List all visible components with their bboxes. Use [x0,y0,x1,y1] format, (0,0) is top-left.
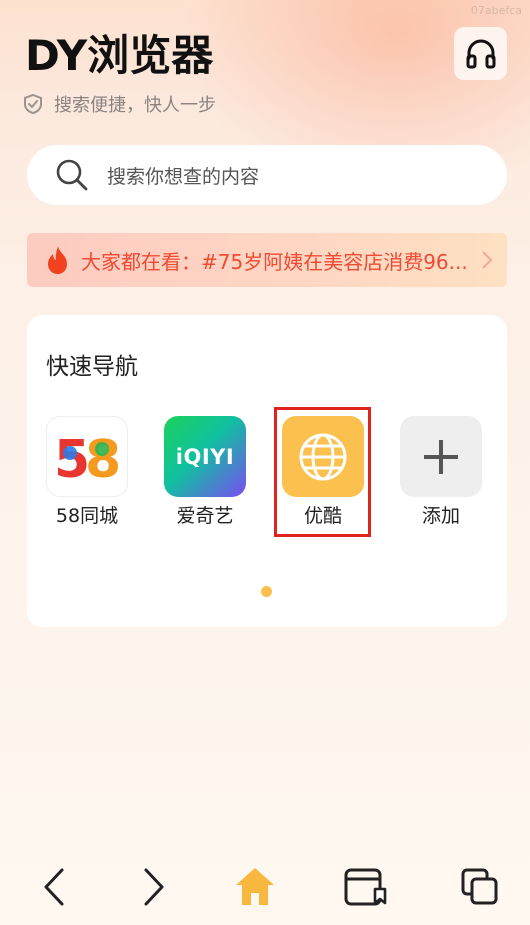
search-input[interactable]: 搜索你想查的内容 [107,162,259,189]
flame-icon [48,246,67,274]
tile-label-youku: 优酷 [303,505,342,527]
shield-check-icon [24,93,42,115]
slogan-text: 搜索便捷，快人一步 [54,95,216,116]
search-bar[interactable]: 搜索你想查的内容 [27,145,507,205]
svg-text:8: 8 [85,430,121,485]
forward-button[interactable] [129,862,179,912]
home-button[interactable] [230,862,280,912]
tile-add[interactable]: 添加 [400,416,482,528]
back-button[interactable] [29,862,79,912]
bookmarks-button[interactable] [341,862,391,912]
trending-banner[interactable]: 大家都在看：#75岁阿姨在美容店消费96... [27,233,507,287]
tile-label-58tongcheng: 58同城 [55,505,119,527]
home-icon [236,868,274,905]
page-indicator-dot[interactable] [261,586,272,597]
search-icon [56,159,88,191]
bottom-nav [0,848,530,925]
globe-icon [282,416,364,497]
chevron-right-icon [144,868,164,906]
tile-label-iqiyi: 爱奇艺 [176,505,234,527]
iqiyi-logo-icon: iQIYI [164,416,246,497]
tile-58tongcheng[interactable]: 5 8 58同城 [46,416,128,528]
headphones-icon [466,39,495,68]
bookmark-box-icon [344,868,387,906]
tile-youku[interactable]: 优酷 [282,416,364,528]
trending-text: 大家都在看：#75岁阿姨在美容店消费96... [81,249,468,274]
headphones-button[interactable] [454,27,507,80]
iqiyi-logo-text: iQIYI [175,444,235,469]
chevron-right-icon [482,251,493,269]
tabs-button[interactable] [455,862,505,912]
app-title: DY浏览器 [25,31,214,80]
58tongcheng-logo-icon: 5 8 [46,416,128,497]
chevron-left-icon [44,868,64,906]
slogan: 搜索便捷，快人一步 [22,92,216,116]
quick-nav-title: 快速导航 [46,354,138,380]
tile-label-add: 添加 [421,505,460,527]
tile-iqiyi[interactable]: iQIYI 爱奇艺 [164,416,246,528]
watermark: 07abefca [470,4,522,17]
plus-icon [400,416,482,497]
quick-nav-card: 快速导航 5 8 58同城 iQIYI 爱奇艺 优酷 [27,315,507,627]
tabs-icon [461,868,498,905]
